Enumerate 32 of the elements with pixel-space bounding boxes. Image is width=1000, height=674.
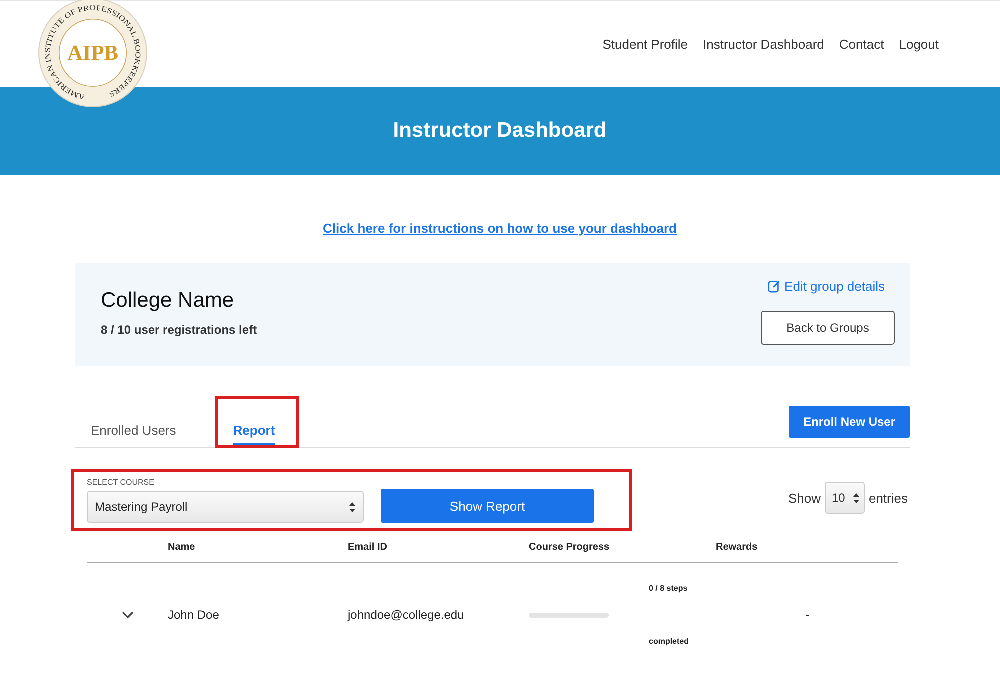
- edit-group-link[interactable]: Edit group details: [768, 279, 885, 294]
- tab[interactable]: Report: [233, 423, 276, 446]
- steps-count: 0 / 8 steps: [649, 584, 689, 593]
- column-header: Email ID: [348, 542, 388, 553]
- nav-link[interactable]: Logout: [899, 36, 939, 52]
- instructions-link[interactable]: Click here for instructions on how to use your dashboard: [323, 221, 677, 236]
- entries-select[interactable]: 10: [824, 482, 865, 514]
- edit-icon: [768, 280, 781, 293]
- group-name: College Name: [101, 289, 236, 313]
- updown-icon: [349, 502, 356, 512]
- column-header: Course Progress: [529, 542, 611, 553]
- table-cell-text: John Doe: [168, 608, 220, 622]
- show-report-button[interactable]: Show Report: [381, 489, 594, 523]
- entries-label: entries: [868, 490, 908, 506]
- page-title: Instructor Dashboard: [393, 119, 607, 143]
- nav-link[interactable]: Student Profile: [602, 36, 688, 52]
- chevron-icon[interactable]: [122, 611, 134, 619]
- table-cell-text: -: [805, 608, 811, 622]
- show-label: Show: [788, 490, 821, 506]
- registrations-count: 8 / 10 user registrations left: [101, 323, 258, 337]
- enroll-user-button[interactable]: Enroll New User: [789, 406, 910, 438]
- updown-icon: [852, 492, 860, 504]
- column-header: Name: [168, 542, 196, 553]
- table-cell-text: johndoe@college.edu: [348, 608, 466, 622]
- course-select[interactable]: Mastering Payroll: [87, 491, 364, 523]
- nav-link[interactable]: Instructor Dashboard: [703, 36, 824, 52]
- tab[interactable]: Enrolled Users: [91, 423, 176, 446]
- steps-status: completed: [649, 637, 690, 646]
- column-header: Rewards: [716, 542, 759, 553]
- select-label: SELECT COURSE: [87, 478, 156, 487]
- back-to-groups-button[interactable]: Back to Groups: [761, 311, 895, 345]
- nav-link[interactable]: Contact: [839, 36, 884, 52]
